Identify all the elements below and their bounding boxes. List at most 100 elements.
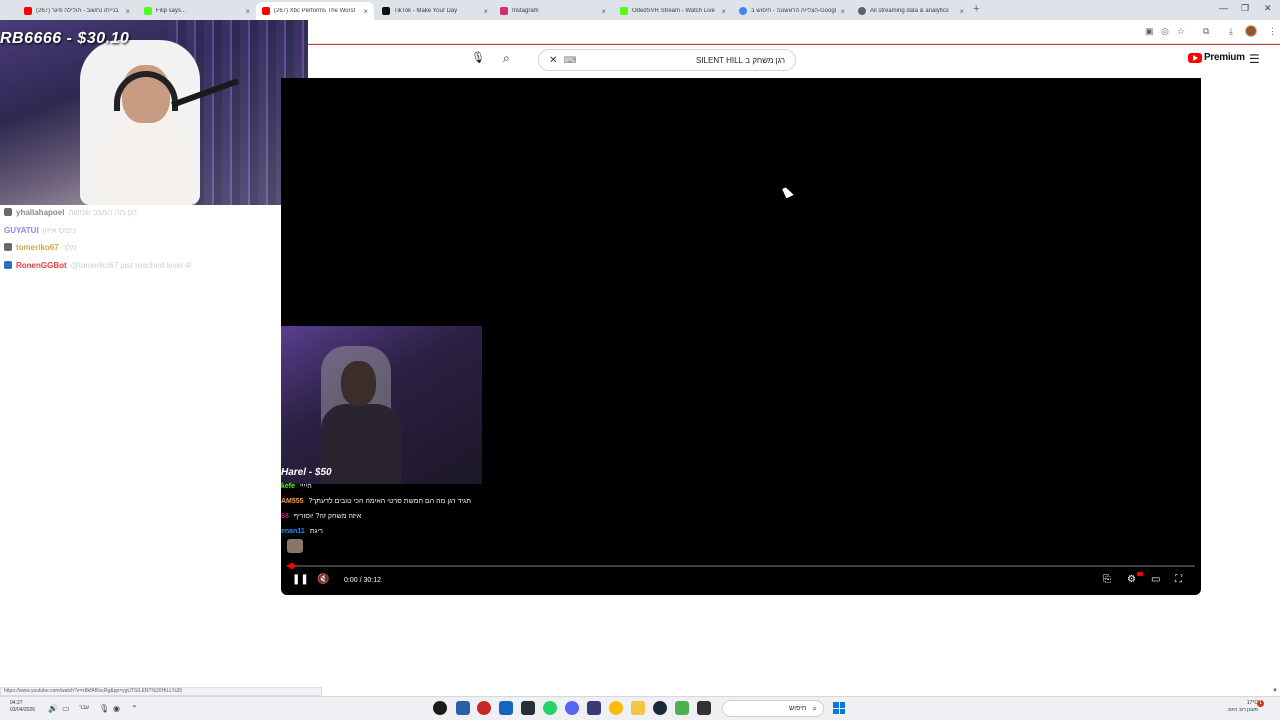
volume-icon[interactable]: 🔊: [48, 704, 58, 713]
scroll-down-arrow-icon[interactable]: ▼: [1272, 688, 1278, 694]
keyboard-icon[interactable]: ⌨: [563, 55, 576, 66]
tab-title: Instagram: [512, 8, 539, 14]
browser-tab[interactable]: TikTok - Make Your Day ×: [376, 2, 494, 20]
progress-scrubber[interactable]: [288, 563, 295, 569]
system-clock[interactable]: 04:27 03/04/2026: [10, 700, 35, 714]
microphone-icon[interactable]: 🎙: [471, 51, 485, 64]
chat-username[interactable]: yhallahapoel: [16, 208, 64, 217]
video-chat-text: ריגת: [309, 528, 323, 535]
youtube-favicon-icon: [262, 7, 270, 15]
terminal-app-icon[interactable]: [521, 701, 535, 715]
mute-icon[interactable]: 🔇: [317, 574, 329, 585]
tab-close-icon[interactable]: ×: [959, 7, 964, 16]
steam-app-icon[interactable]: [653, 701, 667, 715]
video-chat-text: איזה משחק זה? יוסוריף: [293, 513, 362, 520]
taskbar-search-placeholder: חיפוש: [789, 705, 807, 712]
discord-app-icon[interactable]: [565, 701, 579, 715]
maximize-icon[interactable]: ❐: [1241, 3, 1249, 14]
obs-app-icon[interactable]: [697, 701, 711, 715]
chat-username[interactable]: tomeriko67: [16, 243, 59, 252]
tab-title: TikTok - Make Your Day: [394, 8, 458, 14]
chat-message: tomeriko67 מלך: [4, 241, 76, 253]
taskbar: 04:27 03/04/2026 🔊 ▭ עבר 🎙 ◉ ⌃ חיפוש ⌕ 1…: [0, 696, 1280, 720]
browser-tab[interactable]: All streaming data & analytics ×: [852, 2, 970, 20]
file-explorer-icon[interactable]: [631, 701, 645, 715]
chat-username[interactable]: GUYATUI: [4, 226, 39, 235]
search-input[interactable]: ✕ ⌨ רגן משחק ב SILENT HILL: [538, 49, 796, 71]
new-tab-button[interactable]: +: [973, 3, 979, 15]
fullscreen-icon[interactable]: ⛶: [1175, 574, 1182, 585]
tab-close-icon[interactable]: ×: [363, 7, 368, 16]
subtitles-icon[interactable]: ⎘: [1103, 574, 1111, 585]
chat-message: yhallahapoel רגן מה המצב שמשה: [4, 206, 137, 218]
mic-tray-icon[interactable]: 🎙: [99, 704, 109, 713]
weather-widget[interactable]: 17°C מעונן רוב היום: [1218, 700, 1258, 714]
taskbar-search[interactable]: חיפוש ⌕: [722, 700, 824, 717]
status-bar-url: https://www.youtube.com/watch?v=x8kfAf6x…: [0, 687, 322, 696]
clear-search-icon[interactable]: ✕: [549, 55, 557, 66]
tab-close-icon[interactable]: ×: [483, 7, 488, 16]
tab-close-icon[interactable]: ×: [840, 7, 845, 16]
youtube-premium-logo[interactable]: Premium: [1188, 52, 1245, 63]
user-badge-icon: [4, 208, 12, 216]
bookmark-star-icon[interactable]: ☆: [1177, 26, 1185, 37]
weather-description: מעונן רוב היום: [1228, 707, 1258, 713]
video-chat-message: kefe היייי: [281, 483, 312, 490]
app-tray-icon[interactable]: ◉: [113, 704, 120, 713]
editor-app-icon[interactable]: [499, 701, 513, 715]
browser-tab[interactable]: הצלייה הראשונה - חיפוש ב-Google ×: [733, 2, 851, 20]
notes-app-icon[interactable]: [456, 701, 470, 715]
search-icon: ⌕: [812, 703, 817, 713]
search-icon[interactable]: ⌕: [503, 51, 510, 66]
tiktok-favicon-icon: [382, 7, 390, 15]
cast-icon[interactable]: ▣: [1145, 26, 1154, 37]
browser-tab[interactable]: Filip says... ×: [138, 2, 256, 20]
tray-overflow-icon[interactable]: ⌃: [131, 704, 138, 713]
chat-username[interactable]: RonenGGBot: [16, 261, 67, 270]
settings-icon[interactable]: ⚙: [1127, 574, 1136, 585]
network-icon[interactable]: ▭: [62, 704, 70, 713]
menu-icon[interactable]: ☰: [1249, 52, 1260, 66]
streamer: [100, 65, 190, 205]
google-favicon-icon: [739, 7, 747, 15]
weather-temperature: 17°C: [1246, 700, 1258, 706]
language-indicator[interactable]: עבר: [79, 705, 89, 711]
pause-icon[interactable]: ❚❚: [292, 574, 309, 585]
close-window-icon[interactable]: ✕: [1264, 3, 1272, 14]
profile-avatar[interactable]: [1245, 25, 1257, 37]
game-app-icon[interactable]: [477, 701, 491, 715]
youtube-favicon-icon: [24, 7, 32, 15]
media-player-app-icon[interactable]: [433, 701, 447, 715]
search-query-text[interactable]: רגן משחק ב SILENT HILL: [582, 56, 785, 65]
video-webcam-overlay: [281, 326, 482, 484]
tab-close-icon[interactable]: ×: [601, 7, 606, 16]
start-button[interactable]: [833, 702, 845, 714]
whatsapp-app-icon[interactable]: [543, 701, 557, 715]
chat-text: ניפוס איזון: [42, 225, 76, 235]
browser-tab[interactable]: OdedSVR Stream - Watch Live ×: [614, 2, 732, 20]
chrome-app-icon[interactable]: [609, 701, 623, 715]
browser-tab[interactable]: בנייתו נחשוב - הולילה פיגר (267) ×: [18, 2, 136, 20]
headset-app-icon[interactable]: [587, 701, 601, 715]
notification-badge[interactable]: 1: [1257, 700, 1264, 707]
minimize-icon[interactable]: —: [1219, 3, 1228, 13]
downloads-icon[interactable]: ⤓: [1229, 26, 1233, 37]
miniplayer-icon[interactable]: ▭: [1151, 574, 1160, 585]
tab-close-icon[interactable]: ×: [721, 7, 726, 16]
browser-tab-active[interactable]: (267) Xbc Performs The Worst ×: [256, 2, 374, 20]
browser-tab[interactable]: Instagram ×: [494, 2, 612, 20]
video-chat-avatar: [287, 539, 303, 553]
kick-favicon-icon: [144, 7, 152, 15]
video-chat-user: 68: [281, 513, 289, 520]
video-chat-user: AM555: [281, 498, 304, 505]
eye-off-icon[interactable]: ◎: [1161, 26, 1169, 37]
tab-close-icon[interactable]: ×: [125, 7, 130, 16]
progress-bar[interactable]: [287, 563, 1195, 569]
tab-title: Filip says...: [156, 8, 187, 14]
video-player[interactable]: Harel - $50 kefe היייי AM555 ?תגיד רגן מ…: [281, 78, 1201, 595]
tab-close-icon[interactable]: ×: [245, 7, 250, 16]
time-display: 0:00 / 30:12: [344, 577, 381, 584]
extensions-icon[interactable]: ⧉: [1203, 26, 1209, 37]
more-options-icon[interactable]: ⋮: [1268, 26, 1277, 37]
game-launcher-icon[interactable]: [675, 701, 689, 715]
